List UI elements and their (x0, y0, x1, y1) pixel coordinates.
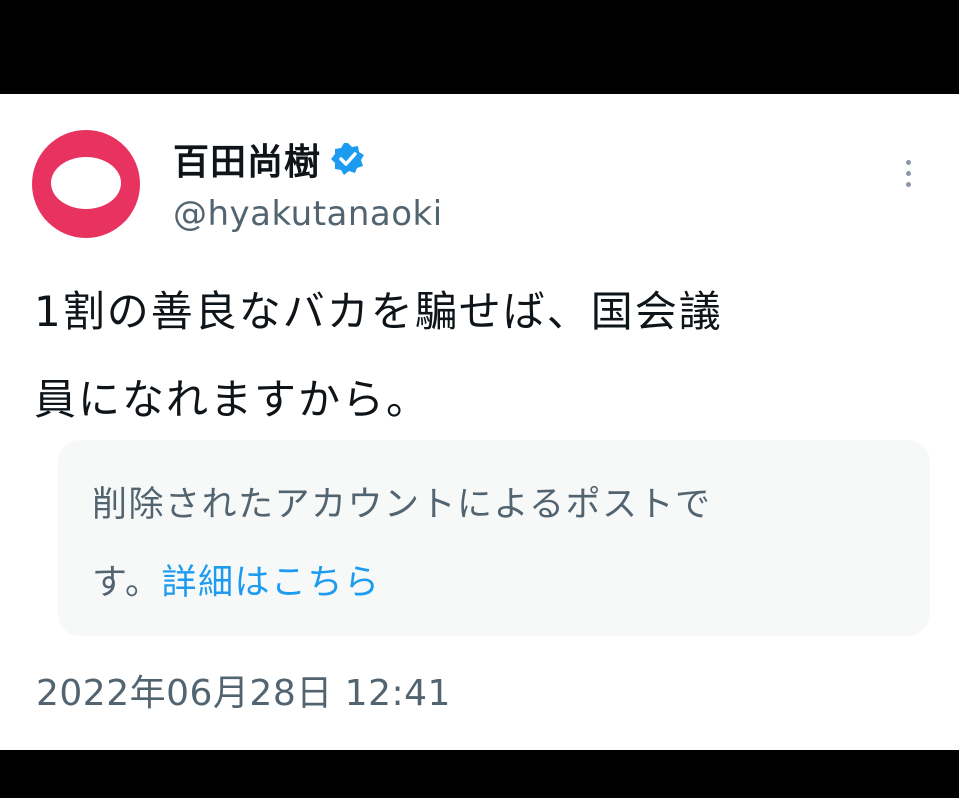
more-dot (905, 160, 911, 165)
details-link[interactable]: 詳細はこちら (162, 563, 381, 603)
deleted-account-notice: 削除されたアカウントによるポストで す。詳細はこちら (58, 440, 930, 636)
post-text: 1割の善良なバカを騙せば、国会議 員になれますから。 (34, 268, 914, 444)
verified-badge-icon (331, 142, 365, 176)
display-name[interactable]: 百田尚樹 (173, 133, 321, 185)
notice-line-prefix: す。 (92, 563, 162, 603)
post-text-line: 員になれますから。 (34, 375, 431, 424)
more-dot (905, 171, 911, 176)
handle[interactable]: @hyakutanaoki (173, 194, 443, 234)
avatar[interactable] (32, 130, 140, 238)
more-vertical-icon[interactable] (896, 160, 920, 196)
notice-line: 削除されたアカウントによるポストで (92, 485, 712, 525)
author-row: 百田尚樹 (173, 133, 365, 185)
post-text-line: 1割の善良なバカを騙せば、国会議 (34, 287, 723, 336)
avatar-inner-shape (51, 157, 121, 209)
notice-text: 削除されたアカウントによるポストで す。詳細はこちら (92, 466, 898, 622)
notice-line: す。詳細はこちら (92, 544, 898, 622)
more-dot (905, 182, 911, 187)
post-timestamp[interactable]: 2022年06月28日 12:41 (36, 664, 451, 716)
